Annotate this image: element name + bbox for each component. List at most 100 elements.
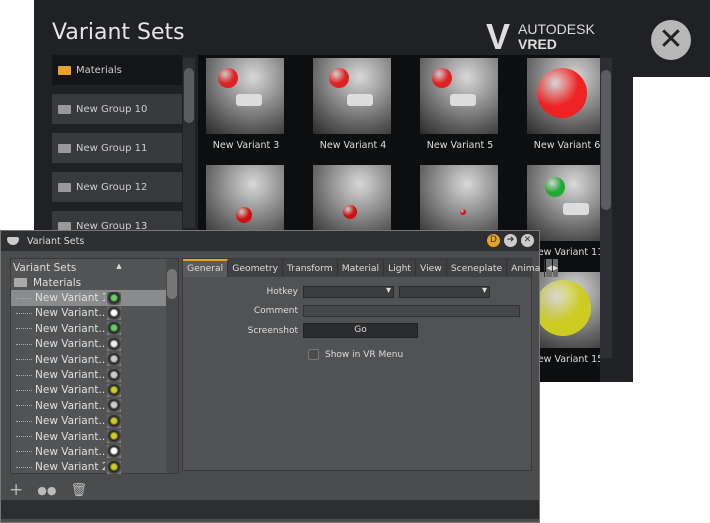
variant-thumbnail — [107, 460, 121, 474]
variant-label: New Variant... — [35, 307, 105, 320]
tab-scroll-right-icon[interactable]: ▶ — [552, 259, 559, 277]
tree-item[interactable]: New Variant... — [11, 337, 166, 352]
hotkey-combo-2[interactable] — [399, 285, 490, 298]
cylinder-thumb — [347, 94, 373, 106]
sphere-thumb — [545, 177, 565, 197]
tab-sceneplate[interactable]: Sceneplate — [447, 259, 508, 277]
comment-label: Comment — [253, 306, 298, 316]
tab-material[interactable]: Material — [338, 259, 385, 277]
group-label: New Group 10 — [76, 103, 148, 115]
tree-header[interactable]: Variant Sets — [13, 262, 76, 274]
variant-thumbnail — [107, 337, 121, 351]
sphere-thumb — [535, 280, 591, 336]
tree-connector — [16, 451, 32, 453]
variant-thumbnail — [107, 430, 121, 444]
tree-item[interactable]: New Variant... — [11, 398, 166, 413]
sphere-thumb — [329, 68, 349, 88]
tree-connector — [16, 466, 32, 468]
tree-connector — [16, 328, 32, 330]
tree-item[interactable]: New Variant 2 — [11, 460, 166, 475]
variant-tile[interactable]: New Variant 4 — [313, 58, 393, 151]
cylinder-thumb — [236, 94, 262, 106]
tree-item[interactable]: New Variant... — [11, 321, 166, 336]
variant-thumbnail — [107, 414, 121, 428]
tree-item[interactable]: New Variant... — [11, 367, 166, 382]
tab-scroll-left-icon[interactable]: ◀ — [546, 259, 552, 277]
window-title: Variant Sets — [52, 20, 185, 45]
variant-label: New Variant... — [35, 399, 105, 412]
arrow-right-icon[interactable]: ➜ — [504, 234, 517, 247]
variant-thumbnail — [107, 291, 121, 305]
tab-bar: General Geometry Transform Material Light Vie… — [183, 259, 559, 277]
tree-item[interactable]: New Variant... — [11, 414, 166, 429]
hotkey-combo-1[interactable] — [303, 285, 394, 298]
tree-item[interactable]: New Variant... — [11, 444, 166, 459]
variant-thumbnail — [107, 399, 121, 413]
tree-scrollbar[interactable] — [166, 259, 178, 473]
variant-sets-window: Variant Sets D ➜ ✕ Variant Sets ▲ Materia… — [0, 230, 559, 523]
group-item[interactable]: New Group 12 — [52, 172, 182, 202]
variant-tree: Variant Sets ▲ Materials New Variant 1 New… — [10, 258, 179, 474]
group-item[interactable]: New Group 10 — [52, 94, 182, 124]
tree-item[interactable]: New Variant... — [11, 352, 166, 367]
close-icon[interactable]: ✕ — [521, 234, 534, 247]
variant-thumbnail — [107, 445, 121, 459]
sphere-thumb — [236, 207, 252, 223]
folder-icon — [14, 278, 27, 288]
variant-thumbnail — [420, 58, 498, 134]
autodesk-vred-logo: V AUTODESK VRED — [486, 16, 595, 58]
variant-caption: New Variant 6 — [533, 140, 600, 151]
d-icon[interactable]: D — [487, 234, 500, 247]
variant-label: New Variant... — [35, 353, 105, 366]
tab-transform[interactable]: Transform — [283, 259, 338, 277]
sort-icon[interactable]: ▲ — [116, 262, 121, 272]
sphere-thumb — [218, 68, 238, 88]
comment-input[interactable] — [303, 305, 520, 317]
tab-light[interactable]: Light — [384, 259, 416, 277]
variant-label: New Variant... — [35, 430, 105, 443]
tree-item[interactable]: New Variant 1 — [11, 290, 166, 306]
trash-icon[interactable]: 🗑 — [70, 483, 87, 498]
tree-connector — [16, 405, 32, 407]
duplicate-icon[interactable]: ●● — [37, 484, 56, 497]
variant-label: New Variant 2 — [35, 461, 105, 474]
tree-root[interactable]: Materials — [11, 275, 178, 290]
variant-caption: New Variant 5 — [426, 140, 494, 151]
show-vr-checkbox[interactable] — [308, 349, 319, 360]
variant-caption: New Variant 4 — [319, 140, 387, 151]
variant-tile[interactable]: New Variant 5 — [420, 58, 500, 151]
sphere-thumb — [537, 68, 587, 118]
cylinder-thumb — [563, 203, 589, 215]
window-title: Variant Sets — [27, 235, 85, 247]
tab-general[interactable]: General — [183, 259, 229, 277]
variant-thumbnail — [107, 383, 121, 397]
go-button[interactable]: Go — [303, 323, 418, 338]
variant-tile[interactable]: New Variant 3 — [206, 58, 286, 151]
tree-connector — [16, 343, 32, 345]
tab-geometry[interactable]: Geometry — [228, 259, 284, 277]
screenshot-label: Screenshot — [247, 325, 298, 336]
folder-icon — [58, 104, 71, 114]
group-label: New Group 11 — [76, 142, 148, 154]
tree-connector — [16, 312, 32, 314]
group-item[interactable]: New Group 11 — [52, 133, 182, 163]
tree-item[interactable]: New Variant... — [11, 306, 166, 321]
groups-scrollbar[interactable] — [183, 58, 195, 228]
variants-scrollbar[interactable] — [600, 58, 612, 358]
variant-label: New Variant... — [35, 415, 105, 428]
tree-connector — [16, 420, 32, 422]
variant-label: New Variant 1 — [35, 292, 105, 305]
hotkey-label: Hotkey — [266, 287, 298, 297]
add-icon[interactable]: + — [9, 480, 23, 500]
toolbar: + ●● 🗑 — [1, 480, 539, 500]
tab-anima[interactable]: Anima — [507, 259, 546, 277]
cylinder-thumb — [450, 94, 476, 106]
tree-item[interactable]: New Variant... — [11, 383, 166, 398]
tab-view[interactable]: View — [416, 259, 447, 277]
variant-tile[interactable]: New Variant 6 — [527, 58, 600, 151]
group-item[interactable]: Materials — [52, 55, 182, 85]
status-bar — [1, 500, 539, 519]
tree-connector — [16, 297, 32, 299]
close-icon[interactable]: ✕ — [651, 20, 691, 60]
tree-item[interactable]: New Variant... — [11, 429, 166, 444]
